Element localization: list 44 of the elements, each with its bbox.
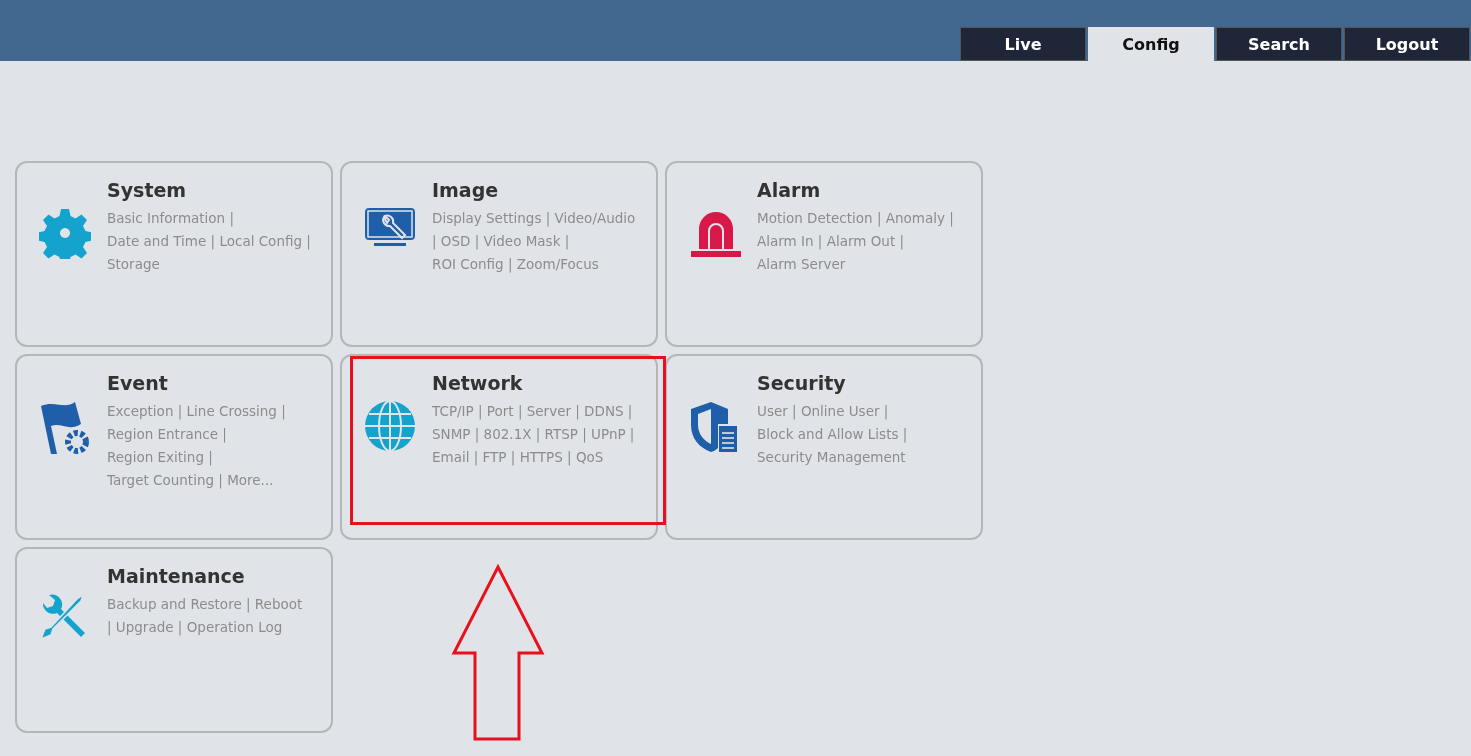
menu-card[interactable]: Event Exception | Line Crossing | Region Entrance | Region Exiting | Target Counting | More...: [15, 354, 333, 540]
submenu-links[interactable]: Region Exiting |: [107, 446, 327, 469]
card-title: System: [107, 179, 188, 201]
card-title: Alarm: [757, 179, 822, 201]
submenu-links[interactable]: SNMP | 802.1X | RTSP | UPnP |: [432, 423, 652, 446]
submenu-links[interactable]: | Upgrade | Operation Log: [107, 616, 327, 639]
card-title: Event: [107, 372, 169, 394]
menu-card[interactable]: Maintenance Backup and Restore | Reboot | Upgrade | Operation Log: [15, 547, 333, 733]
wrench-screwdriver-icon: [39, 593, 87, 641]
nav-tab[interactable]: Live: [960, 27, 1086, 61]
shield-document-icon: [689, 400, 739, 454]
menu-card[interactable]: System Basic Information | Date and Time | Local Config | Storage: [15, 161, 333, 347]
submenu-links[interactable]: Region Entrance |: [107, 423, 327, 446]
submenu-links[interactable]: TCP/IP | Port | Server | DDNS |: [432, 400, 652, 423]
submenu-links[interactable]: ROI Config | Zoom/Focus: [432, 253, 652, 276]
submenu-links[interactable]: Email | FTP | HTTPS | QoS: [432, 446, 652, 469]
card-title: Security: [757, 372, 847, 394]
menu-card[interactable]: Image Display Settings | Video/Audio | OSD | Video Mask | ROI Config | Zoom/Focus: [340, 161, 658, 347]
submenu-links[interactable]: Exception | Line Crossing |: [107, 400, 327, 423]
gear-icon: [39, 207, 91, 259]
menu-card[interactable]: Security User | Online User | Block and Allow Lists | Security Management: [665, 354, 983, 540]
submenu-links[interactable]: | OSD | Video Mask |: [432, 230, 652, 253]
card-title: Image: [432, 179, 500, 201]
nav-tab[interactable]: Config: [1088, 27, 1214, 61]
menu-card[interactable]: Alarm Motion Detection | Anomaly | Alarm In | Alarm Out | Alarm Server: [665, 161, 983, 347]
menu-card[interactable]: Network TCP/IP | Port | Server | DDNS | SNMP | 802.1X | RTSP | UPnP | Email | FTP | HTTPS | QoS: [340, 354, 658, 540]
nav-tab[interactable]: Search: [1216, 27, 1342, 61]
card-title: Network: [432, 372, 524, 394]
submenu-links[interactable]: Alarm In | Alarm Out |: [757, 230, 977, 253]
submenu-links[interactable]: Target Counting | More...: [107, 469, 327, 492]
submenu-links[interactable]: Backup and Restore | Reboot: [107, 593, 327, 616]
submenu-links[interactable]: Storage: [107, 253, 327, 276]
nav-tab[interactable]: Logout: [1344, 27, 1470, 61]
submenu-links[interactable]: Motion Detection | Anomaly |: [757, 207, 977, 230]
submenu-links[interactable]: User | Online User |: [757, 400, 977, 423]
submenu-links[interactable]: Basic Information |: [107, 207, 327, 230]
submenu-links[interactable]: Block and Allow Lists |: [757, 423, 977, 446]
submenu-links[interactable]: Security Management: [757, 446, 977, 469]
card-title: Maintenance: [107, 565, 246, 587]
monitor-wrench-icon: [364, 207, 416, 249]
submenu-links[interactable]: Date and Time | Local Config |: [107, 230, 327, 253]
submenu-links[interactable]: Display Settings | Video/Audio: [432, 207, 652, 230]
submenu-links[interactable]: Alarm Server: [757, 253, 977, 276]
globe-icon: [364, 400, 416, 452]
